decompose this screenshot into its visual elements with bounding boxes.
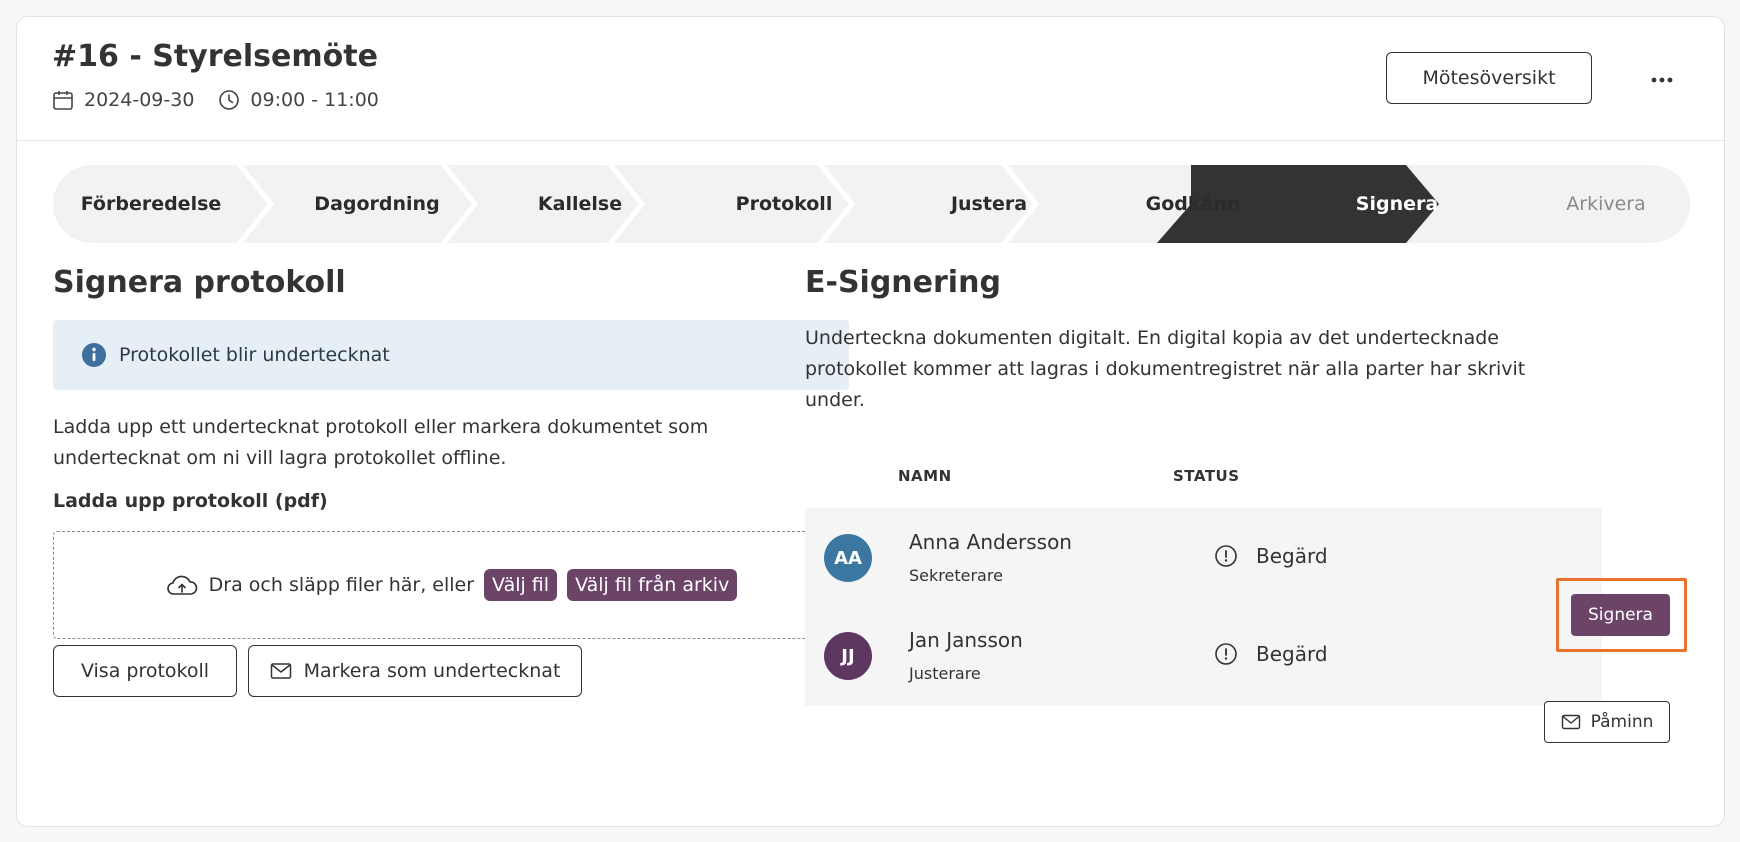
- choose-from-archive-button[interactable]: Välj fil från arkiv: [567, 569, 738, 601]
- mail-icon: [1561, 714, 1581, 730]
- signer-status: Begärd: [1214, 642, 1328, 666]
- signer-status-text: Begärd: [1256, 544, 1328, 568]
- e-signing-description: Underteckna dokumenten digitalt. En digi…: [805, 327, 1526, 411]
- step-justera[interactable]: Justera: [951, 165, 1027, 243]
- info-icon: [81, 342, 107, 368]
- signer-name: Jan Jansson: [909, 628, 1023, 652]
- calendar-icon: [52, 89, 74, 111]
- alert-circle-icon: [1214, 544, 1238, 568]
- sign-button[interactable]: Signera: [1571, 594, 1670, 636]
- meeting-card: #16 - Styrelsemöte 2024-09-30 09:00 - 11…: [16, 16, 1725, 827]
- column-header-status: STATUS: [1173, 467, 1240, 485]
- sign-protocol-heading: Signera protokoll: [53, 265, 346, 300]
- step-arkivera[interactable]: Arkivera: [1566, 165, 1645, 243]
- upload-description: Ladda upp ett undertecknat protokoll ell…: [53, 416, 709, 469]
- signer-role: Sekreterare: [909, 566, 1003, 585]
- remind-label: Påminn: [1590, 712, 1654, 732]
- step-kallelse[interactable]: Kallelse: [538, 165, 622, 243]
- view-protocol-button[interactable]: Visa protokoll: [53, 645, 237, 697]
- file-dropzone[interactable]: Dra och släpp filer här, eller Välj fil …: [53, 531, 849, 639]
- step-protokoll[interactable]: Protokoll: [736, 165, 833, 243]
- avatar: AA: [824, 534, 872, 582]
- info-text: Protokollet blir undertecknat: [119, 344, 390, 366]
- signer-name: Anna Andersson: [909, 530, 1072, 554]
- clock-icon: [218, 89, 240, 111]
- signer-row: JJ Jan Jansson Justerare Begärd: [805, 606, 1602, 706]
- choose-file-button[interactable]: Välj fil: [484, 569, 558, 601]
- more-options-button[interactable]: [1642, 61, 1682, 95]
- column-header-name: NAMN: [898, 467, 952, 485]
- step-godkann[interactable]: Godkänn: [1146, 165, 1241, 243]
- meeting-date: 2024-09-30: [84, 89, 195, 111]
- page-title: #16 - Styrelsemöte: [52, 39, 378, 74]
- ellipsis-icon: [1651, 71, 1673, 86]
- avatar: JJ: [824, 632, 872, 680]
- alert-circle-icon: [1214, 642, 1238, 666]
- step-signera[interactable]: Signera: [1356, 165, 1438, 243]
- dropzone-text: Dra och släpp filer här, eller: [208, 574, 475, 596]
- mark-as-signed-label: Markera som undertecknat: [303, 660, 561, 682]
- upload-label: Ladda upp protokoll (pdf): [53, 490, 328, 512]
- meeting-meta: 2024-09-30 09:00 - 11:00: [52, 89, 379, 111]
- step-forberedelse[interactable]: Förberedelse: [81, 165, 222, 243]
- stepper-chevrons: [236, 165, 1439, 243]
- remind-button[interactable]: Påminn: [1544, 701, 1670, 743]
- cloud-upload-icon: [165, 572, 199, 598]
- meeting-time: 09:00 - 11:00: [250, 89, 379, 111]
- meeting-overview-button[interactable]: Mötesöversikt: [1386, 52, 1592, 104]
- signer-row: AA Anna Andersson Sekreterare Begärd: [805, 508, 1602, 608]
- mail-icon: [270, 662, 292, 680]
- mark-as-signed-button[interactable]: Markera som undertecknat: [248, 645, 582, 697]
- step-dagordning[interactable]: Dagordning: [314, 165, 439, 243]
- info-alert: Protokollet blir undertecknat: [53, 320, 849, 390]
- signer-status-text: Begärd: [1256, 642, 1328, 666]
- workflow-stepper: Förberedelse Dagordning Kallelse Protoko…: [53, 165, 1690, 243]
- signer-role: Justerare: [909, 664, 981, 683]
- signer-status: Begärd: [1214, 544, 1328, 568]
- meeting-header: #16 - Styrelsemöte 2024-09-30 09:00 - 11…: [17, 17, 1724, 141]
- e-signing-heading: E-Signering: [805, 265, 1001, 300]
